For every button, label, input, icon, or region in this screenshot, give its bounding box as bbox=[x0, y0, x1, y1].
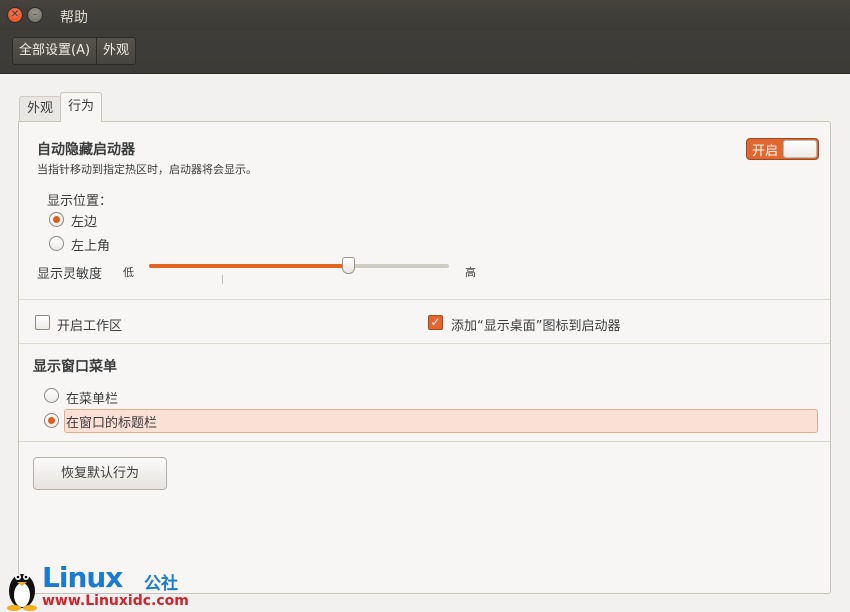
toolbar: 全部设置(A) 外观 bbox=[0, 30, 850, 74]
radio-title-bar[interactable] bbox=[44, 413, 59, 428]
sensitivity-low-label: 低 bbox=[123, 266, 134, 279]
restore-defaults-button[interactable]: 恢复默认行为 bbox=[33, 457, 167, 490]
workspaces-label[interactable]: 开启工作区 bbox=[57, 315, 122, 334]
divider bbox=[19, 343, 830, 344]
position-left-label[interactable]: 左边 bbox=[71, 211, 97, 230]
sensitivity-slider-fill bbox=[149, 264, 347, 268]
window-title: 帮助 bbox=[60, 10, 88, 26]
switch-knob bbox=[783, 140, 817, 158]
radio-top-left[interactable] bbox=[49, 236, 64, 251]
slider-tick bbox=[222, 275, 223, 284]
sensitivity-high-label: 高 bbox=[465, 266, 476, 279]
tux-penguin-icon bbox=[7, 574, 37, 611]
watermark-url: www.Linuxidc.com bbox=[42, 593, 189, 609]
breadcrumb-appearance[interactable]: 外观 bbox=[96, 38, 135, 64]
autohide-title: 自动隐藏启动器 bbox=[37, 142, 135, 158]
workspaces-checkbox[interactable] bbox=[35, 315, 50, 330]
menu-bar-label[interactable]: 在菜单栏 bbox=[66, 388, 118, 407]
title-bar-label[interactable]: 在窗口的标题栏 bbox=[66, 412, 157, 431]
watermark-suffix: 公社 bbox=[144, 574, 178, 594]
behavior-panel: 自动隐藏启动器 当指针移动到指定热区时，启动器将会显示。 开启 显示位置： 左边… bbox=[18, 121, 831, 594]
close-icon[interactable]: ✕ bbox=[7, 7, 23, 23]
sensitivity-label: 显示灵敏度 bbox=[37, 267, 103, 282]
watermark: Linux 公社 www.Linuxidc.com bbox=[4, 561, 194, 611]
sensitivity-slider-handle[interactable] bbox=[342, 257, 355, 274]
show-desktop-checkbox[interactable]: ✓ bbox=[428, 315, 443, 330]
tab-bar: 外观 行为 bbox=[19, 92, 103, 122]
radio-left[interactable] bbox=[49, 212, 64, 227]
divider bbox=[19, 441, 830, 442]
radio-menu-bar[interactable] bbox=[44, 388, 59, 403]
sensitivity-slider[interactable] bbox=[149, 264, 449, 268]
breadcrumb: 全部设置(A) 外观 bbox=[12, 37, 137, 65]
switch-label: 开启 bbox=[751, 143, 778, 159]
show-desktop-label[interactable]: 添加“显示桌面”图标到启动器 bbox=[451, 315, 620, 334]
autohide-description: 当指针移动到指定热区时，启动器将会显示。 bbox=[37, 163, 257, 176]
position-top-left-label[interactable]: 左上角 bbox=[71, 235, 110, 254]
window-menu-title: 显示窗口菜单 bbox=[33, 359, 117, 375]
watermark-logo-text: Linux bbox=[42, 561, 123, 594]
divider bbox=[19, 299, 830, 300]
autohide-switch[interactable]: 开启 bbox=[746, 138, 819, 160]
minimize-icon[interactable]: – bbox=[27, 7, 43, 23]
selected-row-highlight bbox=[64, 409, 818, 433]
title-bar: ✕ – 帮助 bbox=[0, 0, 850, 30]
tab-appearance[interactable]: 外观 bbox=[19, 96, 62, 122]
tab-behavior[interactable]: 行为 bbox=[60, 92, 103, 122]
position-label: 显示位置： bbox=[47, 194, 113, 209]
breadcrumb-all-settings[interactable]: 全部设置(A) bbox=[13, 38, 96, 64]
